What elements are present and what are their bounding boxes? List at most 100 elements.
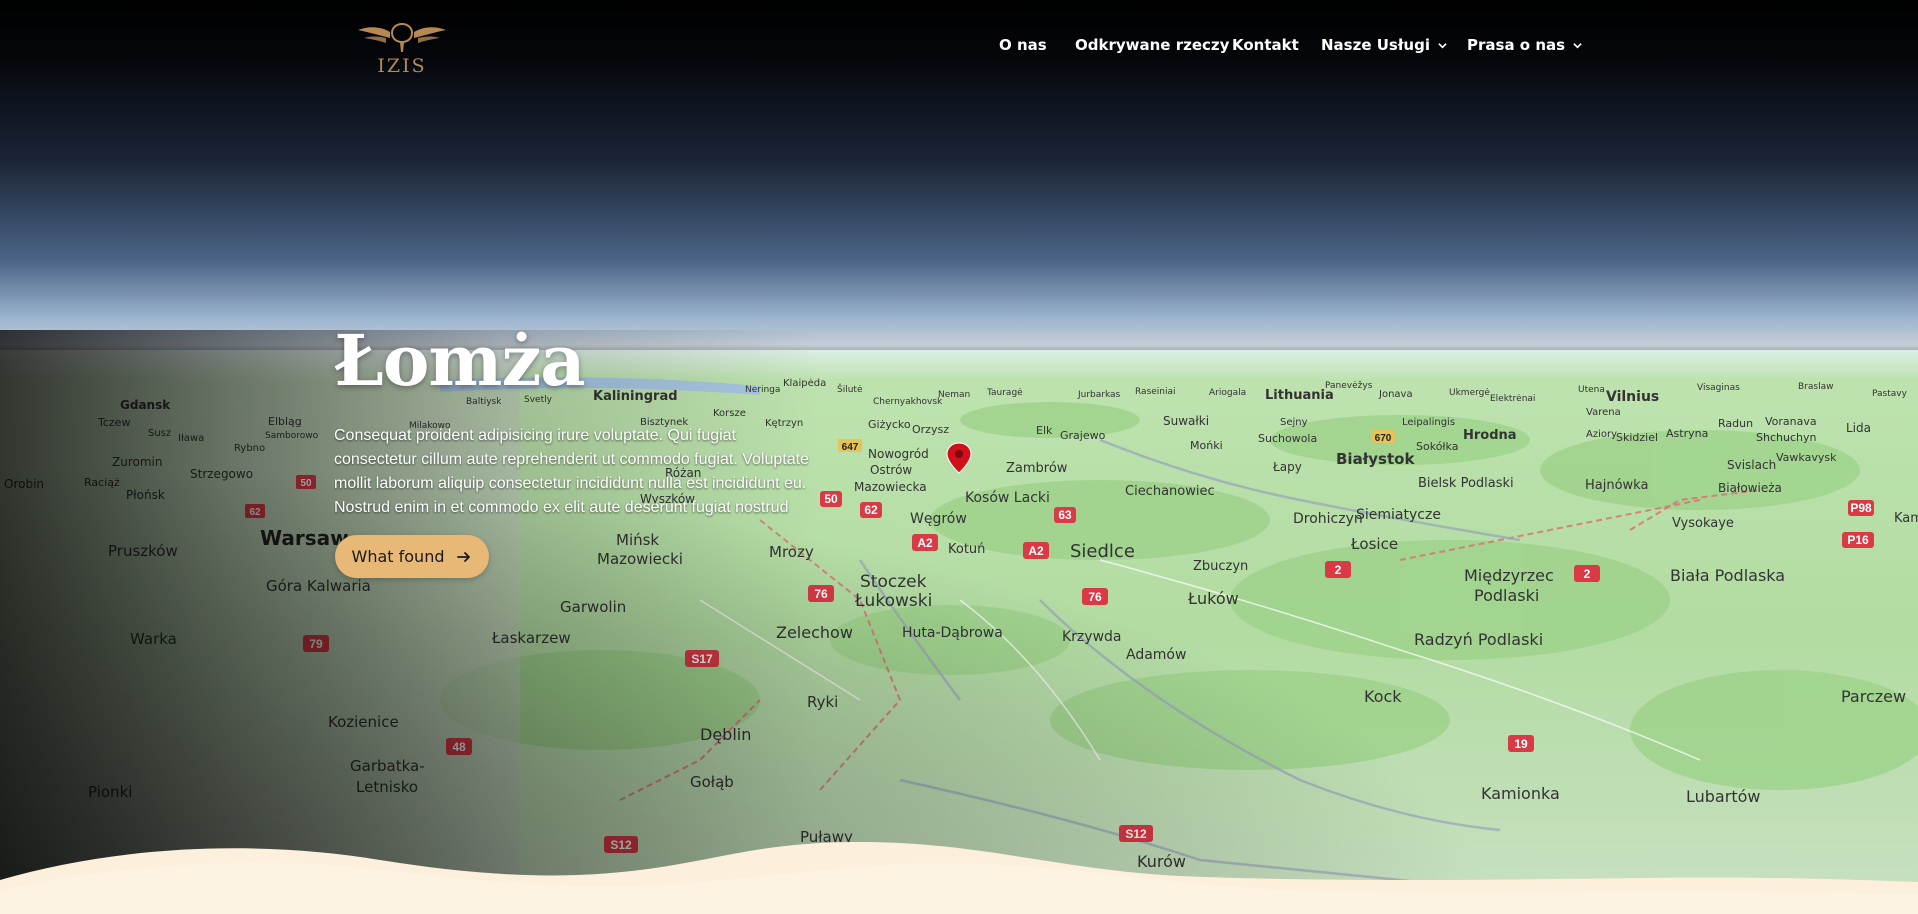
- svg-text:A2: A2: [1028, 544, 1044, 558]
- svg-text:48: 48: [452, 740, 466, 754]
- svg-text:Zambrów: Zambrów: [1006, 461, 1068, 476]
- svg-text:2: 2: [1584, 567, 1591, 581]
- svg-text:Zbuczyn: Zbuczyn: [1193, 559, 1248, 574]
- svg-text:Neringa: Neringa: [745, 385, 780, 395]
- svg-text:Vysokaye: Vysokaye: [1672, 516, 1734, 531]
- svg-text:Łuków: Łuków: [1187, 589, 1239, 608]
- svg-text:S17: S17: [691, 652, 713, 666]
- hero-description: Consequat proident adipisicing irure vol…: [334, 427, 809, 516]
- svg-text:Shchuchyn: Shchuchyn: [1756, 431, 1816, 444]
- svg-text:Elk: Elk: [1036, 424, 1053, 437]
- svg-text:Białowieża: Białowieża: [1718, 481, 1782, 495]
- svg-text:Mońki: Mońki: [1190, 439, 1223, 452]
- svg-text:Suchowola: Suchowola: [1258, 432, 1317, 445]
- svg-text:Aziory: Aziory: [1586, 429, 1617, 440]
- svg-text:Lida: Lida: [1846, 421, 1871, 435]
- svg-text:Gdansk: Gdansk: [120, 398, 171, 412]
- svg-text:Mazowiecki: Mazowiecki: [597, 550, 683, 568]
- nav-item-kontakt[interactable]: Kontakt: [1232, 36, 1299, 54]
- svg-text:Siedlce: Siedlce: [1070, 541, 1135, 562]
- svg-text:Elektrėnai: Elektrėnai: [1490, 394, 1535, 404]
- svg-text:670: 670: [1375, 433, 1392, 444]
- nav-item-nasze-uslugi[interactable]: Nasze Usługi: [1321, 36, 1447, 54]
- svg-text:Garbatka-: Garbatka-: [350, 757, 425, 775]
- svg-text:62: 62: [864, 503, 878, 517]
- nav-item-prasa-o-nas[interactable]: Prasa o nas: [1467, 36, 1582, 54]
- svg-text:Braslaw: Braslaw: [1798, 382, 1833, 392]
- svg-text:Dęblin: Dęblin: [700, 725, 751, 744]
- bottom-wave: [0, 842, 1918, 914]
- svg-text:Mazowiecka: Mazowiecka: [854, 480, 927, 494]
- nav-item-o-nas[interactable]: O nas: [999, 36, 1047, 54]
- svg-text:Sokółka: Sokółka: [1416, 440, 1458, 453]
- svg-text:Radun: Radun: [1718, 417, 1753, 430]
- svg-text:Panevėžys: Panevėžys: [1325, 381, 1373, 391]
- svg-text:Krzywda: Krzywda: [1062, 629, 1122, 645]
- svg-text:Kaliningrad: Kaliningrad: [593, 389, 678, 404]
- svg-text:Svislach: Svislach: [1727, 458, 1776, 472]
- svg-text:Raciąż: Raciąż: [84, 476, 120, 489]
- svg-text:Šilutė: Šilutė: [837, 383, 863, 395]
- svg-text:Białystok: Białystok: [1336, 450, 1415, 468]
- what-found-button[interactable]: What found: [335, 535, 489, 578]
- svg-text:Orzysz: Orzysz: [912, 423, 949, 436]
- svg-text:19: 19: [1514, 737, 1528, 751]
- svg-text:Ukmergė: Ukmergė: [1449, 388, 1490, 398]
- what-found-button-label: What found: [351, 547, 445, 566]
- svg-text:Stoczek: Stoczek: [860, 572, 927, 592]
- svg-text:50: 50: [824, 492, 838, 506]
- svg-text:Leipalingis: Leipalingis: [1402, 417, 1455, 428]
- svg-text:Podlaski: Podlaski: [1474, 586, 1539, 605]
- svg-text:Łosice: Łosice: [1350, 535, 1398, 553]
- svg-text:Pruszków: Pruszków: [108, 542, 178, 560]
- svg-text:Raseiniai: Raseiniai: [1135, 387, 1176, 397]
- svg-text:Łukowski: Łukowski: [854, 591, 932, 611]
- svg-text:A2: A2: [917, 536, 933, 550]
- svg-text:Siemiatycze: Siemiatycze: [1356, 507, 1441, 523]
- svg-text:Susz: Susz: [148, 428, 171, 439]
- svg-text:Hrodna: Hrodna: [1463, 428, 1517, 443]
- svg-text:Ostrów: Ostrów: [870, 463, 912, 477]
- svg-text:Pionki: Pionki: [88, 783, 132, 801]
- svg-text:Ciechanowiec: Ciechanowiec: [1125, 484, 1215, 499]
- svg-text:P98: P98: [1850, 501, 1872, 515]
- svg-text:Parczew: Parczew: [1841, 687, 1906, 706]
- svg-text:Skidziel: Skidziel: [1616, 431, 1658, 444]
- location-pin-icon[interactable]: [946, 442, 972, 474]
- chevron-down-icon: [1438, 42, 1447, 48]
- svg-text:Międzyrzec: Międzyrzec: [1464, 566, 1554, 585]
- arrow-right-icon: [457, 551, 471, 562]
- svg-text:Varena: Varena: [1586, 407, 1621, 418]
- nav-item-label: Prasa o nas: [1467, 36, 1566, 54]
- svg-text:Giżycko: Giżycko: [868, 418, 911, 431]
- svg-text:Kamionka: Kamionka: [1481, 784, 1560, 803]
- svg-text:Visaginas: Visaginas: [1697, 383, 1740, 393]
- svg-text:Kotuń: Kotuń: [948, 542, 985, 557]
- svg-text:Samborowo: Samborowo: [265, 431, 319, 441]
- svg-text:Utena: Utena: [1578, 385, 1605, 395]
- svg-text:Zuromin: Zuromin: [112, 455, 162, 469]
- svg-text:Vilnius: Vilnius: [1606, 389, 1659, 405]
- svg-text:Płońsk: Płońsk: [126, 488, 165, 502]
- main-nav: O nas Odkrywane rzeczy Kontakt Nasze Usł…: [0, 36, 1918, 56]
- svg-text:Pastavy: Pastavy: [1872, 389, 1908, 399]
- svg-text:Neman: Neman: [938, 390, 970, 400]
- svg-text:Warsaw: Warsaw: [260, 526, 349, 550]
- svg-text:Zelechow: Zelechow: [776, 623, 853, 642]
- svg-text:Kam: Kam: [1894, 511, 1918, 526]
- svg-text:Adamów: Adamów: [1126, 647, 1186, 663]
- svg-text:Kozienice: Kozienice: [328, 713, 399, 731]
- svg-text:Korsze: Korsze: [713, 408, 746, 419]
- svg-text:Mińsk: Mińsk: [616, 531, 659, 549]
- svg-text:Radzyń Podlaski: Radzyń Podlaski: [1414, 630, 1543, 649]
- svg-text:Warka: Warka: [130, 630, 177, 648]
- nav-item-label: Kontakt: [1232, 36, 1299, 54]
- svg-text:Suwałki: Suwałki: [1163, 414, 1209, 428]
- svg-text:62: 62: [249, 507, 261, 518]
- svg-text:Góra Kalwaria: Góra Kalwaria: [266, 577, 371, 595]
- page-title: Łomża: [334, 319, 586, 402]
- svg-text:79: 79: [309, 637, 323, 651]
- nav-item-odkrywane-rzeczy[interactable]: Odkrywane rzeczy: [1075, 36, 1229, 54]
- svg-text:Drohiczyn: Drohiczyn: [1293, 511, 1363, 527]
- svg-text:Mrozy: Mrozy: [769, 543, 814, 561]
